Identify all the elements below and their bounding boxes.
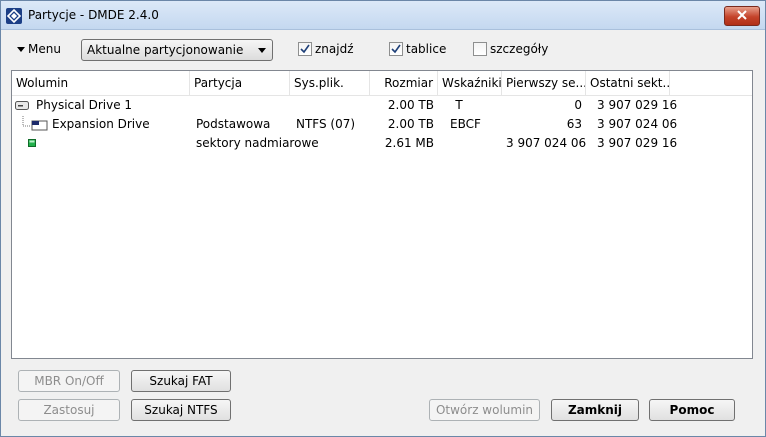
menu-triangle-icon: [17, 46, 25, 52]
close-icon: [737, 10, 747, 20]
column-header-filesystem[interactable]: Sys.plik.: [290, 71, 370, 95]
first-sector-cell: 3 907 024 065: [506, 136, 586, 150]
dmde-app-icon: [6, 8, 22, 24]
volume-icon: [22, 116, 48, 131]
last-sector-cell: 3 907 029 167: [597, 136, 677, 150]
mode-dropdown-value: Aktualne partycjonowanie: [87, 43, 244, 57]
menu-button[interactable]: Menu: [17, 42, 61, 56]
volume-cell: Expansion Drive: [52, 117, 150, 131]
column-header-last-sector[interactable]: Ostatni sekt...: [586, 71, 670, 95]
close-window-button[interactable]: [724, 6, 760, 26]
tables-checkbox-label: tablice: [406, 42, 447, 56]
partition-cell: Podstawowa: [196, 117, 271, 131]
column-header-volume[interactable]: Wolumin: [12, 71, 190, 95]
mbr-toggle-button[interactable]: MBR On/Off: [18, 370, 120, 392]
column-header-first-sector[interactable]: Pierwszy se...: [502, 71, 586, 95]
find-checkbox-label: znajdź: [315, 42, 354, 56]
filesystem-cell: NTFS (07): [296, 117, 356, 131]
table-row[interactable]: Expansion Drive Podstawowa NTFS (07) 2.0…: [12, 115, 752, 134]
help-button[interactable]: Pomoc: [649, 399, 735, 421]
details-checkbox-label: szczegóły: [490, 42, 549, 56]
column-header-flags[interactable]: Wskaźniki: [438, 71, 502, 95]
details-checkbox[interactable]: szczegóły: [473, 42, 548, 56]
size-cell: 2.61 MB: [384, 136, 434, 150]
first-sector-cell: 63: [566, 117, 582, 131]
column-header-partition[interactable]: Partycja: [190, 71, 290, 95]
last-sector-cell: 3 907 024 064: [597, 117, 677, 131]
open-volume-button[interactable]: Otwórz wolumin: [429, 399, 540, 421]
table-row[interactable]: Physical Drive 1 2.00 TB T 0 3 907 029 1…: [12, 96, 752, 115]
window-title: Partycje - DMDE 2.4.0: [28, 8, 159, 22]
size-cell: 2.00 TB: [387, 117, 434, 131]
checkmark-icon: [391, 44, 401, 54]
column-header-size[interactable]: Rozmiar: [370, 71, 438, 95]
partition-list[interactable]: Wolumin Partycja Sys.plik. Rozmiar Wskaź…: [11, 70, 753, 359]
apply-button[interactable]: Zastosuj: [18, 399, 120, 421]
partitions-window: Partycje - DMDE 2.4.0 Menu Aktualne part…: [0, 0, 766, 437]
checkbox-box[interactable]: [389, 42, 403, 56]
mode-dropdown[interactable]: Aktualne partycjonowanie: [81, 39, 273, 61]
size-cell: 2.00 TB: [387, 98, 434, 112]
chevron-down-icon: [258, 48, 266, 53]
free-space-icon: [28, 139, 36, 147]
flags-cell: T: [455, 98, 463, 112]
list-header: Wolumin Partycja Sys.plik. Rozmiar Wskaź…: [12, 71, 752, 96]
last-sector-cell: 3 907 029 167: [597, 98, 677, 112]
tables-checkbox[interactable]: tablice: [389, 42, 446, 56]
first-sector-cell: 0: [574, 98, 582, 112]
title-bar[interactable]: Partycje - DMDE 2.4.0: [1, 1, 765, 30]
table-row[interactable]: sektory nadmiarowe 2.61 MB 3 907 024 065…: [12, 134, 752, 153]
hard-drive-icon: [15, 101, 29, 110]
menu-label: Menu: [28, 42, 61, 56]
checkbox-box[interactable]: [473, 42, 487, 56]
toolbar: Menu Aktualne partycjonowanie znajdź tab…: [1, 37, 765, 65]
find-checkbox[interactable]: znajdź: [298, 42, 354, 56]
flags-cell: EBCF: [450, 117, 481, 131]
partition-cell: sektory nadmiarowe: [196, 136, 319, 150]
close-button[interactable]: Zamknij: [551, 399, 639, 421]
volume-cell: Physical Drive 1: [36, 98, 133, 112]
checkmark-icon: [300, 44, 310, 54]
search-ntfs-button[interactable]: Szukaj NTFS: [131, 399, 231, 421]
search-fat-button[interactable]: Szukaj FAT: [131, 370, 231, 392]
checkbox-box[interactable]: [298, 42, 312, 56]
